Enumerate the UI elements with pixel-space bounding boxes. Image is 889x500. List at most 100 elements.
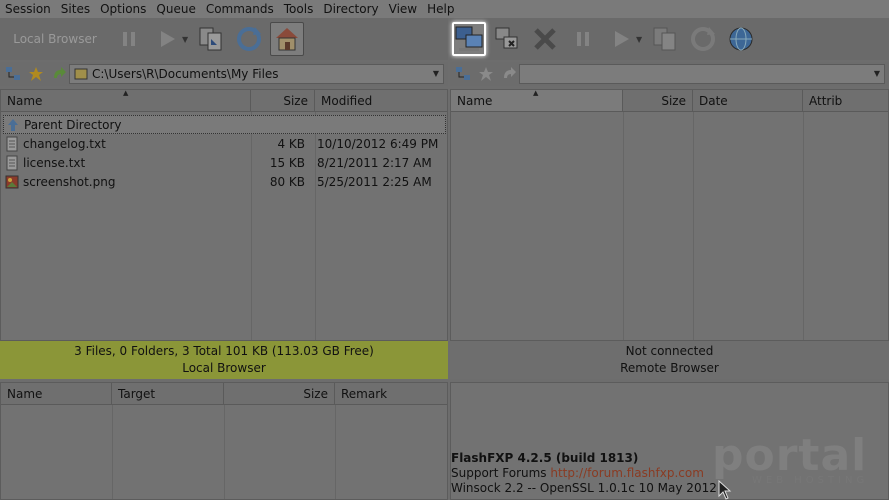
remote-home-button[interactable] [724,22,758,56]
transfer-button[interactable] [150,22,184,56]
refresh-button[interactable] [232,22,266,56]
file-modified: 8/21/2011 2:17 AM [317,155,432,170]
chevron-down-icon[interactable]: ▼ [874,69,880,78]
abort-button[interactable] [528,22,562,56]
local-toolbar: Local Browser ▼ [0,18,448,60]
remote-up-directory-icon[interactable] [499,64,519,84]
close-icon [534,28,556,50]
queue-column-headers: Name Target Size Remark [1,383,447,405]
menu-sites[interactable]: Sites [56,2,95,16]
file-size: 80 KB [269,174,305,189]
pause-icon [123,32,135,46]
download-queue-button[interactable] [194,22,228,56]
remote-pause-button[interactable] [566,22,600,56]
queue-list[interactable]: Name Target Size Remark [0,382,448,500]
text-file-icon [6,155,18,170]
queue-column-name[interactable]: Name [1,383,112,404]
globe-icon [729,27,753,51]
file-name: license.txt [23,155,86,170]
tree-view-icon[interactable] [3,64,23,84]
home-icon [276,28,298,51]
pause-button[interactable] [112,22,146,56]
folder-icon [74,68,88,80]
refresh-icon [237,27,261,51]
column-date[interactable]: Date [693,90,803,111]
menu-queue[interactable]: Queue [151,2,200,16]
chevron-down-icon[interactable]: ▼ [433,69,439,78]
file-name: screenshot.png [23,174,116,189]
menu-bar: Session Sites Options Queue Commands Too… [0,0,889,18]
file-modified: 10/10/2012 6:49 PM [317,136,439,151]
menu-options[interactable]: Options [95,2,151,16]
menu-help[interactable]: Help [422,2,459,16]
remote-status-bar: Not connected Remote Browser [450,341,889,379]
file-name: Parent Directory [24,117,122,132]
local-file-list[interactable]: Name Size Modified ▲ Parent Directory ch… [0,89,448,341]
favorites-star-icon[interactable] [26,64,46,84]
remote-toolbar: ▼ [450,18,889,60]
mouse-cursor-icon [718,480,732,500]
remote-status-label: Remote Browser [620,361,719,375]
local-browser-button[interactable]: Local Browser [0,24,110,54]
log-text: FlashFXP 4.2.5 (build 1813) Support Foru… [451,451,717,496]
text-file-icon [6,136,18,151]
menu-view[interactable]: View [384,2,422,16]
menu-tools[interactable]: Tools [279,2,319,16]
remote-path-combobox[interactable]: ▼ [519,64,885,84]
parent-directory-icon [8,118,18,131]
remote-status-summary: Not connected [625,344,714,358]
disconnect-computers-button[interactable] [490,22,524,56]
remote-path-bar: ▼ [450,62,889,86]
remote-tree-view-icon[interactable] [453,64,473,84]
list-item[interactable]: changelog.txt 4 KB 10/10/2012 6:49 PM [3,134,441,153]
home-button[interactable] [270,22,304,56]
queue-column-size[interactable]: Size [224,383,335,404]
remote-file-list[interactable]: Name Size Date Attrib ▲ [450,89,889,341]
local-path-combobox[interactable]: C:\Users\R\Documents\My Files ▼ [69,64,444,84]
remote-transfer-button[interactable] [604,22,638,56]
log-support-prefix: Support Forums [451,466,551,480]
file-size: 15 KB [269,155,305,170]
up-directory-icon[interactable] [49,64,69,84]
queue-column-target[interactable]: Target [112,383,224,404]
local-column-headers: Name Size Modified [1,90,447,112]
log-winsock: Winsock 2.2 -- OpenSSL 1.0.1c 10 May 201… [451,481,717,495]
transfer-files-icon [199,27,222,51]
transfer-files-icon [653,27,676,51]
file-modified: 5/25/2011 2:25 AM [317,174,432,189]
local-status-label: Local Browser [182,361,266,375]
log-title: FlashFXP 4.2.5 (build 1813) [451,451,639,465]
remote-favorites-star-icon[interactable] [476,64,496,84]
column-size[interactable]: Size [623,90,693,111]
column-modified[interactable]: Modified [315,90,447,111]
menu-directory[interactable]: Directory [318,2,383,16]
connect-computers-icon [455,26,483,51]
watermark-logo-text: portal [712,430,868,481]
queue-column-remark[interactable]: Remark [335,383,447,404]
local-status-summary: 3 Files, 0 Folders, 3 Total 101 KB (113.… [74,344,374,358]
file-size: 4 KB [277,136,305,151]
remote-queue-button[interactable] [648,22,682,56]
image-file-icon [5,175,19,188]
local-path-value: C:\Users\R\Documents\My Files [92,67,279,81]
column-attrib[interactable]: Attrib [803,90,888,111]
play-icon [161,31,175,47]
local-path-bar: C:\Users\R\Documents\My Files ▼ [0,62,448,86]
refresh-icon [691,27,715,51]
support-forums-link[interactable]: http://forum.flashfxp.com [550,466,704,480]
list-item[interactable]: license.txt 15 KB 8/21/2011 2:17 AM [3,153,441,172]
connect-button[interactable] [452,22,486,56]
list-item[interactable]: screenshot.png 80 KB 5/25/2011 2:25 AM [3,172,441,191]
column-size[interactable]: Size [251,90,315,111]
remote-column-headers: Name Size Date Attrib [451,90,888,112]
disconnect-computers-icon [495,27,518,49]
sort-arrow-icon: ▲ [533,89,539,97]
menu-commands[interactable]: Commands [201,2,279,16]
local-status-bar: 3 Files, 0 Folders, 3 Total 101 KB (113.… [0,341,448,379]
pause-icon [577,32,589,46]
portal-watermark-logo: portal WEB HOSTING [712,430,868,486]
remote-refresh-button[interactable] [686,22,720,56]
menu-session[interactable]: Session [0,2,56,16]
file-name: changelog.txt [23,136,106,151]
list-item-parent-directory[interactable]: Parent Directory [3,115,446,134]
